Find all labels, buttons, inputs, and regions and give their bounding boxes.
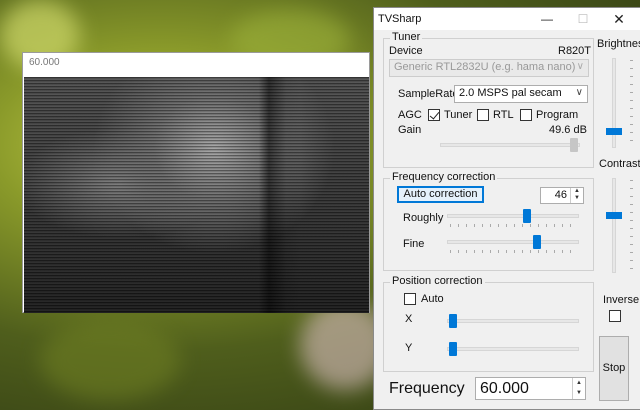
brightness-slider-ticks [630, 60, 633, 148]
chevron-down-icon: ∨ [576, 61, 584, 72]
samplerate-select[interactable]: 2.0 MSPS pal secam ∨ [454, 85, 588, 103]
close-icon[interactable]: ✕ [606, 10, 632, 28]
gain-slider-thumb[interactable] [570, 138, 578, 152]
contrast-label: Contrast [599, 158, 640, 170]
rtl-agc-label: RTL [493, 109, 514, 121]
frequency-label: Frequency [389, 380, 465, 397]
fine-label: Fine [403, 238, 425, 250]
contrast-slider-ticks [630, 180, 633, 272]
tuner-group: Tuner Device R820T Generic RTL2832U (e.g… [383, 31, 594, 168]
video-window[interactable]: 60.000 [22, 52, 370, 313]
stop-button[interactable]: Stop [599, 336, 629, 401]
gain-slider[interactable] [440, 143, 580, 147]
stepper-arrows-icon[interactable]: ▲ ▼ [570, 188, 583, 203]
tuner-group-label: Tuner [390, 31, 423, 43]
brightness-label: Brightnes [597, 38, 640, 50]
fine-slider[interactable] [447, 240, 579, 244]
position-correction-group: Position correction Auto X Y [383, 275, 594, 372]
inverse-label: Inverse [603, 294, 640, 306]
device-model-label: R820T [558, 45, 592, 57]
contrast-slider-thumb[interactable] [606, 212, 622, 219]
agc-label: AGC [398, 109, 422, 121]
position-auto-checkbox[interactable] [404, 293, 416, 305]
x-slider[interactable] [447, 319, 579, 323]
title-bar[interactable]: TVSharp — ☐ ✕ [374, 8, 640, 30]
y-slider[interactable] [447, 347, 579, 351]
video-window-title: 60.000 [29, 57, 60, 68]
maximize-icon[interactable]: ☐ [570, 10, 596, 28]
frequency-input[interactable]: 60.000 ▲ ▼ [475, 377, 586, 400]
video-display [24, 77, 369, 313]
x-label: X [405, 313, 413, 325]
frequency-correction-group: Frequency correction Auto correction 46 … [383, 171, 594, 271]
position-auto-label: Auto [421, 293, 444, 305]
roughly-label: Roughly [403, 212, 444, 224]
rtl-agc-checkbox[interactable] [477, 109, 489, 121]
chevron-down-icon: ∨ [575, 87, 583, 98]
x-slider-thumb[interactable] [449, 314, 457, 328]
frequency-correction-label: Frequency correction [390, 171, 498, 183]
roughly-slider-thumb[interactable] [523, 209, 531, 223]
minimize-icon[interactable]: — [534, 10, 560, 28]
gain-value: 49.6 dB [549, 124, 587, 136]
tvsharp-window[interactable]: TVSharp — ☐ ✕ Tuner Device R820T Generic… [373, 7, 640, 410]
fine-slider-thumb[interactable] [533, 235, 541, 249]
device-label: Device [389, 45, 423, 57]
program-agc-label: Program [536, 109, 579, 121]
samplerate-label: SampleRate [398, 88, 459, 100]
stepper-arrows-icon[interactable]: ▲ ▼ [572, 378, 585, 399]
brightness-slider-thumb[interactable] [606, 128, 622, 135]
gain-label: Gain [398, 124, 422, 136]
tuner-agc-label: Tuner [444, 109, 473, 121]
roughly-slider-ticks [450, 224, 578, 227]
device-select[interactable]: Generic RTL2832U (e.g. hama nano) ∨ [389, 59, 589, 77]
app-title: TVSharp [378, 13, 422, 25]
roughly-slider[interactable] [447, 214, 579, 218]
fine-slider-ticks [450, 250, 578, 253]
wallpaper-bokeh [40, 320, 180, 400]
inverse-checkbox[interactable] [609, 310, 621, 322]
contrast-slider[interactable] [612, 178, 616, 273]
program-agc-checkbox[interactable] [520, 109, 532, 121]
frequency-correction-stepper[interactable]: 46 ▲ ▼ [540, 187, 584, 204]
auto-correction-button[interactable]: Auto correction [397, 186, 484, 203]
position-correction-label: Position correction [390, 275, 485, 287]
y-slider-thumb[interactable] [449, 342, 457, 356]
y-label: Y [405, 342, 413, 354]
tuner-agc-checkbox[interactable] [428, 109, 440, 121]
